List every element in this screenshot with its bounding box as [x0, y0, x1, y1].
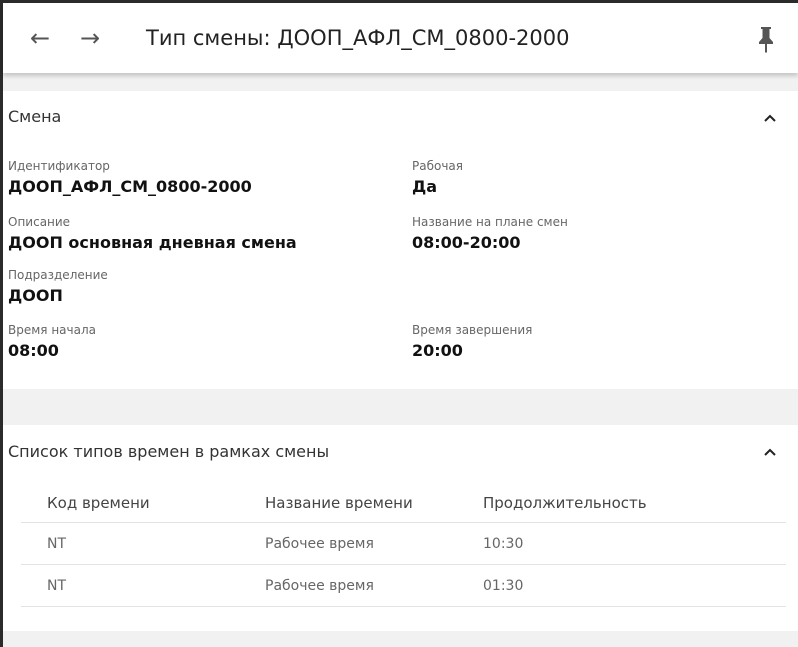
page-content: Смена Идентификатор ДООП_АФЛ_СМ_0800-200… [3, 73, 798, 647]
column-header-duration[interactable]: Продолжительность [457, 484, 786, 523]
table-row[interactable]: NT Рабочее время 01:30 [21, 564, 786, 607]
department-value: ДООП [8, 286, 63, 305]
time-types-section-title: Список типов времен в рамках смены [8, 442, 330, 461]
working-label: Рабочая [412, 159, 463, 173]
identifier-label: Идентификатор [8, 159, 110, 173]
plan-name-value: 08:00-20:00 [412, 233, 521, 252]
table-header-row: Код времени Название времени Продолжител… [21, 484, 786, 523]
cell-code: NT [21, 564, 239, 607]
header-bar: ← → Тип смены: ДООП_АФЛ_СМ_0800-2000 [3, 3, 798, 73]
collapse-chevron-up-icon[interactable] [762, 444, 778, 460]
shift-section: Смена Идентификатор ДООП_АФЛ_СМ_0800-200… [3, 91, 798, 389]
column-header-code[interactable]: Код времени [21, 484, 239, 523]
department-label: Подразделение [8, 268, 108, 282]
description-label: Описание [8, 215, 71, 229]
start-time-value: 08:00 [8, 341, 59, 360]
column-header-name[interactable]: Название времени [239, 484, 457, 523]
working-value: Да [412, 177, 438, 196]
identifier-value: ДООП_АФЛ_СМ_0800-2000 [8, 177, 252, 196]
back-arrow-icon[interactable]: ← [26, 24, 54, 52]
forward-arrow-icon[interactable]: → [76, 24, 104, 52]
cell-duration: 10:30 [457, 522, 786, 565]
cell-name: Рабочее время [239, 564, 457, 607]
plan-name-label: Название на плане смен [412, 215, 568, 229]
pin-icon[interactable] [755, 25, 777, 53]
start-time-label: Время начала [8, 323, 96, 337]
table-row[interactable]: NT Рабочее время 10:30 [21, 522, 786, 565]
cell-code: NT [21, 522, 239, 565]
time-types-section: Список типов времен в рамках смены Код в… [3, 425, 798, 631]
cell-name: Рабочее время [239, 522, 457, 565]
end-time-value: 20:00 [412, 341, 463, 360]
time-types-table: Код времени Название времени Продолжител… [21, 484, 786, 607]
description-value: ДООП основная дневная смена [8, 233, 297, 252]
end-time-label: Время завершения [412, 323, 533, 337]
shift-section-title: Смена [8, 107, 62, 126]
cell-duration: 01:30 [457, 564, 786, 607]
collapse-chevron-up-icon[interactable] [762, 110, 778, 126]
page-title: Тип смены: ДООП_АФЛ_СМ_0800-2000 [146, 26, 570, 50]
